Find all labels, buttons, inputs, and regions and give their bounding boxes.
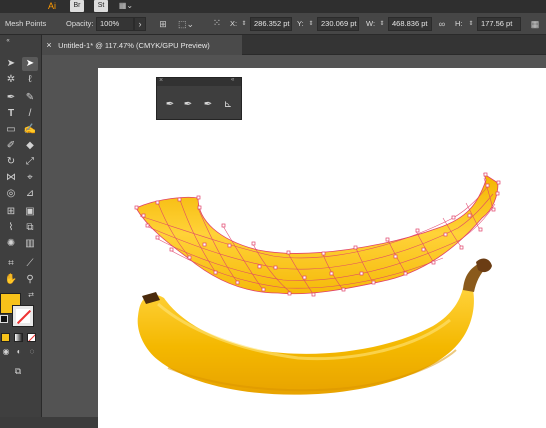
none-slash-icon (28, 334, 35, 341)
x-stepper-icon[interactable]: ⇕ (240, 18, 248, 30)
rectangle-tool-icon[interactable]: ▭ (3, 123, 19, 137)
draw-behind-icon[interactable]: ◐ (14, 347, 24, 357)
h-label: H: (455, 19, 463, 28)
curvature-tool-icon[interactable]: ✎ (22, 91, 38, 105)
reference-point-icon[interactable]: ⁙ (210, 18, 224, 30)
width-tool-icon[interactable]: ⋈ (3, 171, 19, 185)
gradient-mode-button[interactable] (14, 333, 23, 342)
document-tab-bar: × Untitled-1* @ 117.47% (CMYK/GPU Previe… (42, 35, 546, 55)
width-field[interactable]: 468.836 pt (388, 17, 432, 31)
x-field[interactable]: 286.352 pt (250, 17, 292, 31)
transform-reference-icon[interactable]: ⊞ (156, 18, 170, 30)
panel-collapse-icon[interactable]: « (231, 77, 234, 83)
constrain-proportions-icon[interactable]: ∞ (436, 18, 448, 30)
paintbrush-icon[interactable]: ✍ (22, 123, 38, 137)
zoom-tool-icon[interactable]: ⚲ (22, 273, 38, 287)
blend-tool-icon[interactable]: ⧉ (22, 221, 38, 235)
y-stepper-icon[interactable]: ⇕ (307, 18, 315, 30)
opacity-label: Opacity: (66, 19, 94, 28)
canvas-area[interactable]: × « ✒ ✒ ✒ ⊾ (42, 55, 546, 428)
shape-builder-icon[interactable]: ◎ (3, 187, 19, 201)
slice-tool-icon[interactable]: ⟋ (22, 257, 38, 271)
delete-anchor-point-icon[interactable]: ✒ (201, 98, 215, 112)
selection-tool-icon[interactable]: ➤ (3, 57, 19, 71)
draw-normal-icon[interactable]: ◉ (1, 347, 11, 357)
pen-tool-icon[interactable]: ✒ (3, 91, 19, 105)
mesh-tool-icon[interactable]: ⊞ (3, 205, 19, 219)
scale-tool-icon[interactable]: ⤢ (22, 155, 38, 169)
eraser-icon[interactable]: ◆ (22, 139, 38, 153)
perspective-grid-icon[interactable]: ⊿ (22, 187, 38, 201)
draw-inside-icon[interactable]: ◌ (27, 347, 37, 357)
w-stepper-icon[interactable]: ⇕ (378, 18, 386, 30)
pen-tool-icon[interactable]: ✒ (163, 98, 177, 112)
artboard-tool-icon[interactable]: ⌗ (3, 257, 19, 271)
document-tab-title: Untitled-1* @ 117.47% (CMYK/GPU Preview) (58, 41, 210, 50)
magic-wand-icon[interactable]: ✲ (3, 73, 19, 87)
gradient-tool-icon[interactable]: ▣ (22, 205, 38, 219)
rotate-tool-icon[interactable]: ↻ (3, 155, 19, 169)
mesh-banana[interactable] (134, 172, 501, 297)
panel-collapse-icon[interactable]: « (2, 37, 14, 45)
shaper-tool-icon[interactable]: ✐ (3, 139, 19, 153)
screen-mode-icon[interactable]: ⧉ (10, 365, 26, 377)
height-field[interactable]: 177.56 pt (477, 17, 521, 31)
x-label: X: (230, 19, 238, 28)
eyedropper-icon[interactable]: ⌇ (3, 221, 19, 235)
control-bar: Mesh Points Opacity: 100% › ⊞ ⬚⌄ ⁙ X: ⇕ … (0, 13, 546, 35)
w-label: W: (366, 19, 376, 28)
selection-type-label: Mesh Points (5, 19, 47, 28)
workspace-switcher-icon[interactable]: ▦⌄ (115, 0, 137, 12)
none-mode-button[interactable] (27, 333, 36, 342)
line-segment-icon[interactable]: / (22, 107, 38, 121)
align-to-icon[interactable]: ⬚⌄ (176, 18, 196, 30)
y-field[interactable]: 230.069 pt (317, 17, 359, 31)
illustrator-logo: Ai (47, 1, 56, 11)
default-fill-stroke-icon[interactable] (0, 315, 8, 323)
add-anchor-point-icon[interactable]: ✒ (181, 98, 195, 112)
document-tab[interactable]: × Untitled-1* @ 117.47% (CMYK/GPU Previe… (42, 35, 242, 55)
opacity-flyout-chevron-icon[interactable]: › (134, 17, 146, 31)
h-stepper-icon[interactable]: ⇕ (467, 18, 475, 30)
opacity-field[interactable]: 100% (96, 17, 134, 31)
swap-fill-stroke-icon[interactable]: ⇄ (26, 291, 36, 301)
artboard[interactable] (98, 68, 546, 428)
panel-close-icon[interactable]: × (159, 77, 163, 84)
column-graph-icon[interactable]: ▥ (22, 237, 38, 251)
color-mode-button[interactable] (1, 333, 10, 342)
app-menubar: Ai Br St ▦⌄ (0, 0, 546, 13)
anchor-tools-panel[interactable]: × « ✒ ✒ ✒ ⊾ (156, 77, 242, 120)
tools-panel: « ➤ ➤ ✲ ℓ ✒ ✎ T / ▭ ✍ ✐ ◆ ↻ ⤢ ⋈ ⌖ ◎ ⊿ ⊞ … (0, 35, 42, 417)
direct-selection-tool-icon[interactable]: ➤ (22, 57, 38, 71)
stock-button[interactable]: St (94, 0, 108, 12)
close-tab-icon[interactable]: × (42, 35, 56, 55)
hand-tool-icon[interactable]: ✋ (3, 273, 19, 287)
free-transform-icon[interactable]: ⌖ (22, 171, 38, 185)
panel-header[interactable] (157, 78, 241, 86)
lasso-icon[interactable]: ℓ (22, 73, 38, 87)
type-tool-icon[interactable]: T (3, 107, 19, 121)
y-label: Y: (297, 19, 304, 28)
anchor-point-tool-icon[interactable]: ⊾ (221, 98, 235, 112)
more-options-icon[interactable]: ▦ (528, 18, 542, 30)
bridge-button[interactable]: Br (70, 0, 84, 12)
artwork (134, 172, 501, 395)
symbol-sprayer-icon[interactable]: ✺ (3, 237, 19, 251)
